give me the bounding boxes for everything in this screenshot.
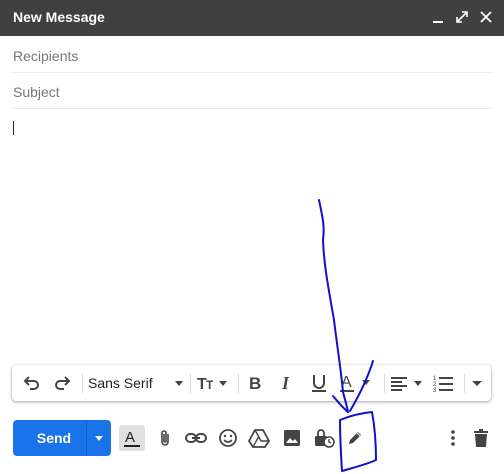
compose-title: New Message bbox=[13, 9, 105, 25]
italic-icon[interactable]: I bbox=[278, 365, 298, 401]
emoji-icon[interactable] bbox=[215, 425, 241, 451]
undo-icon[interactable] bbox=[20, 365, 42, 401]
minimize-icon[interactable] bbox=[430, 9, 446, 25]
formatting-options-icon[interactable]: A bbox=[119, 425, 145, 451]
underline-icon[interactable] bbox=[308, 365, 330, 401]
expand-icon[interactable] bbox=[454, 9, 470, 25]
subject-field[interactable]: Subject bbox=[13, 74, 491, 109]
text-color-icon[interactable]: A bbox=[338, 365, 378, 401]
signature-icon[interactable] bbox=[342, 425, 368, 451]
chevron-down-icon bbox=[175, 381, 183, 386]
redo-icon[interactable] bbox=[52, 365, 74, 401]
svg-text:B: B bbox=[249, 374, 261, 393]
align-icon[interactable] bbox=[390, 365, 424, 401]
send-options-button[interactable] bbox=[86, 420, 111, 456]
font-family-select[interactable]: Sans Serif bbox=[88, 365, 184, 401]
font-family-label: Sans Serif bbox=[88, 375, 153, 391]
chevron-down-icon bbox=[95, 436, 103, 441]
svg-text:3: 3 bbox=[433, 388, 437, 393]
trash-icon[interactable] bbox=[468, 425, 494, 451]
recipients-field[interactable]: Recipients bbox=[13, 38, 491, 73]
confidential-mode-icon[interactable] bbox=[311, 425, 337, 451]
link-icon[interactable] bbox=[183, 425, 209, 451]
drive-icon[interactable] bbox=[246, 425, 272, 451]
send-button[interactable]: Send bbox=[13, 420, 95, 456]
attach-icon[interactable] bbox=[152, 425, 178, 451]
toolbar-divider bbox=[464, 373, 465, 393]
compose-bottom-toolbar: Send A bbox=[0, 420, 504, 456]
bold-icon[interactable]: B bbox=[246, 365, 266, 401]
photo-icon[interactable] bbox=[279, 425, 305, 451]
more-formatting-icon[interactable] bbox=[470, 365, 484, 401]
message-body[interactable] bbox=[0, 110, 504, 360]
recipients-placeholder: Recipients bbox=[13, 48, 79, 64]
toolbar-divider bbox=[190, 373, 191, 393]
numbered-list-icon[interactable]: 123 bbox=[432, 365, 456, 401]
toolbar-divider bbox=[82, 373, 83, 393]
subject-placeholder: Subject bbox=[13, 84, 60, 100]
close-icon[interactable] bbox=[478, 9, 494, 25]
formatting-toolbar: Sans Serif TT B I A 123 bbox=[12, 365, 491, 401]
more-options-icon[interactable] bbox=[440, 425, 466, 451]
compose-title-bar[interactable]: New Message bbox=[0, 0, 504, 36]
font-size-icon[interactable]: TT bbox=[196, 365, 230, 401]
svg-text:A: A bbox=[341, 374, 352, 391]
toolbar-divider bbox=[238, 373, 239, 393]
toolbar-divider bbox=[384, 373, 385, 393]
text-caret bbox=[13, 121, 14, 135]
svg-text:A: A bbox=[125, 429, 135, 446]
svg-text:I: I bbox=[281, 373, 290, 393]
svg-text:T: T bbox=[206, 378, 214, 392]
